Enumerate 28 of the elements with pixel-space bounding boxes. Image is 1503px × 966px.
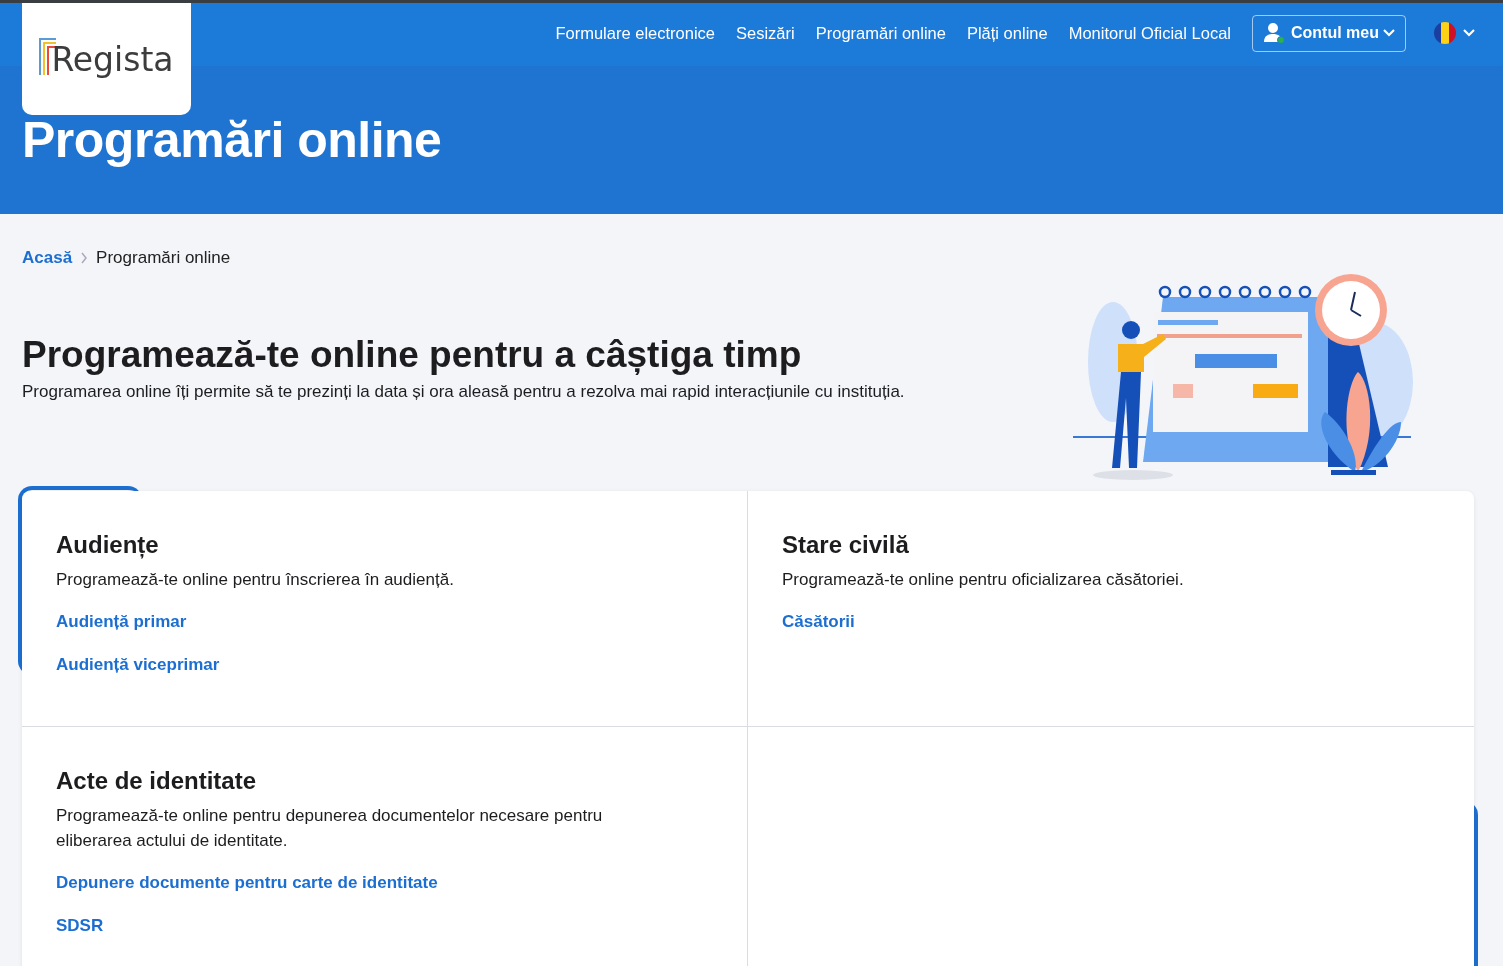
service-link[interactable]: Audiență viceprimar (56, 655, 220, 675)
nav-link[interactable]: Formulare electronice (555, 23, 715, 43)
breadcrumb-current: Programări online (96, 248, 231, 268)
nav-link[interactable]: Plăți online (966, 23, 1048, 43)
nav-link[interactable]: Sesizări (736, 23, 795, 43)
service-link[interactable]: SDSR (56, 916, 104, 936)
card-description: Programează-te online pentru oficializarea căsătoriei. (782, 569, 1185, 591)
section-heading: Programează-te online pentru a câștiga timp (22, 334, 803, 376)
service-link[interactable]: Depunere documente pentru carte de identitate (56, 873, 438, 893)
chevron-icon (1463, 29, 1475, 37)
flag-icon (1433, 21, 1457, 45)
breadcrumb-link[interactable]: Acasă (22, 248, 73, 268)
service-link[interactable]: Audiență primar (56, 612, 187, 632)
user-icon (1263, 22, 1287, 44)
card-description: Programează-te online pentru înscrierea în audiență. (56, 569, 455, 591)
chevron-icon (1383, 29, 1395, 37)
logo[interactable]: Regista (22, 3, 191, 115)
card-title: Audiențe (56, 531, 160, 559)
chevron-right-icon (80, 252, 89, 264)
card-description: Programează-te online pentru depunerea documentelor necesare pentru eliberarea actului de identitate. (56, 805, 604, 852)
intro-text: Programarea online îți permite să te prezinți la data și ora aleasă pentru a rezolva mai rapid interacțiunile cu instituția. (22, 382, 905, 402)
card-title: Acte de identitate (56, 767, 258, 795)
service-link[interactable]: Căsătorii (782, 612, 855, 632)
card-title: Stare civilă (782, 531, 910, 559)
account-button[interactable]: Contul meu (1252, 14, 1406, 52)
nav-link[interactable]: Programări online (815, 23, 946, 43)
nav-link[interactable]: Monitorul Oficial Local (1068, 23, 1231, 43)
logo-text: Regista (51, 39, 174, 79)
